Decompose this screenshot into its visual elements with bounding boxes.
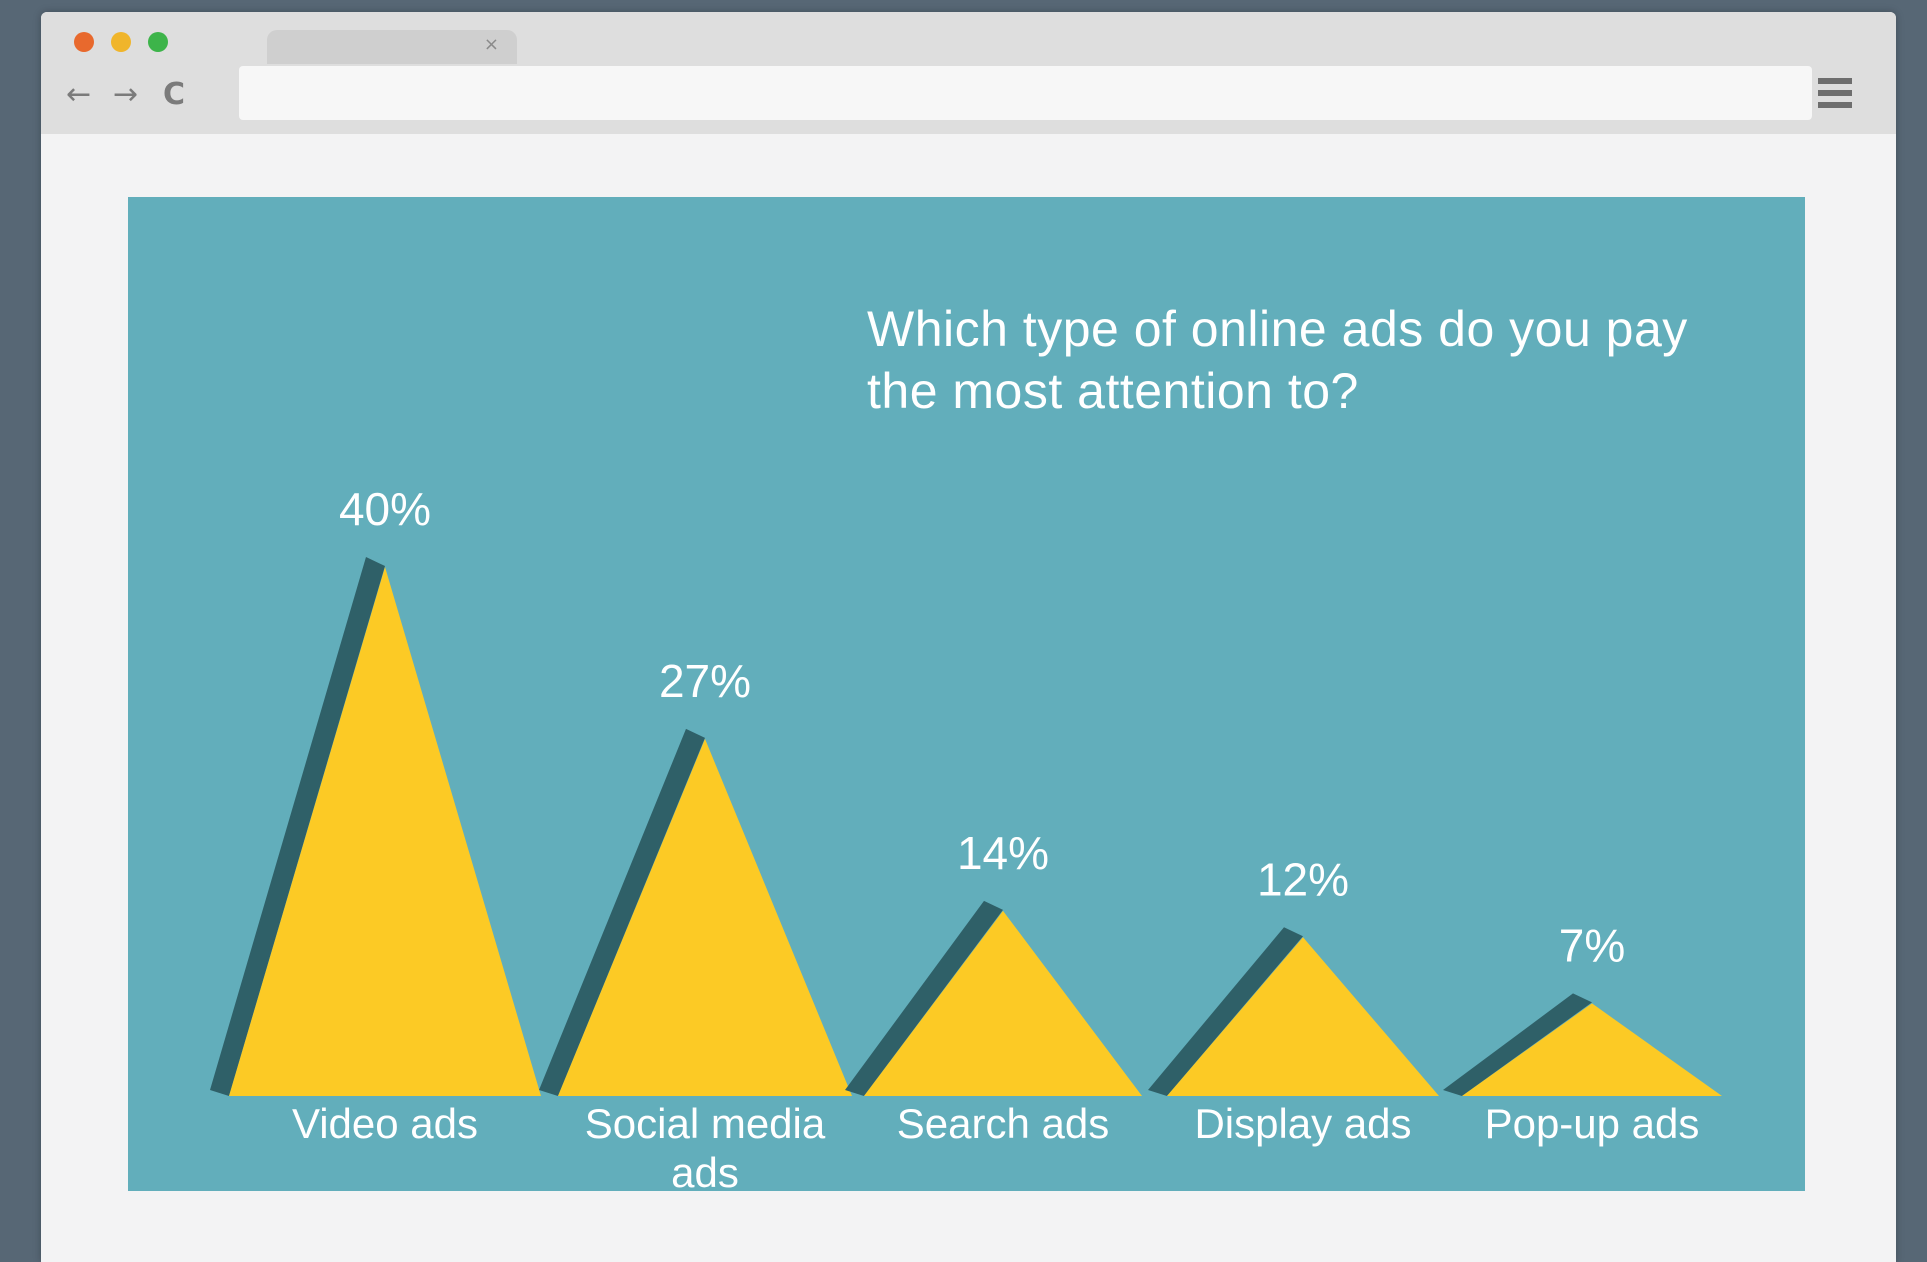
value-label-3: 12% [1257,853,1349,905]
category-label-4: Pop-up ads [1485,1100,1700,1147]
browser-window: × ← → C 40% Video ads 27% Social media ads 14… [41,12,1896,1262]
reload-icon[interactable]: C [163,80,185,110]
category-label-1-line-1: ads [671,1149,739,1191]
address-bar[interactable] [239,66,1812,120]
category-label-2: Search ads [897,1100,1109,1147]
browser-toolbar: × ← → C [41,12,1896,134]
bar-triangle-1 [558,738,852,1096]
close-window-button[interactable] [74,32,94,52]
bar-triangle-0 [229,567,541,1096]
value-label-4: 7% [1559,919,1625,971]
value-label-2: 14% [957,827,1049,879]
category-label-1-line-0: Social media [585,1100,826,1147]
bar-triangle-3 [1167,937,1439,1096]
minimize-window-button[interactable] [111,32,131,52]
forward-arrow-icon[interactable]: → [113,80,138,110]
close-icon[interactable]: × [484,34,499,55]
back-arrow-icon[interactable]: ← [66,80,91,110]
chart-panel: 40% Video ads 27% Social media ads 14% Search … [128,197,1805,1191]
category-label-0: Video ads [292,1100,478,1147]
browser-tab[interactable]: × [267,30,517,64]
hamburger-menu-icon[interactable] [1818,78,1852,110]
chart-title: Which type of online ads do you pay the … [867,301,1688,419]
maximize-window-button[interactable] [148,32,168,52]
value-label-1: 27% [659,655,751,707]
bar-triangle-2 [864,910,1142,1096]
value-label-0: 40% [339,483,431,535]
category-label-3: Display ads [1194,1100,1411,1147]
